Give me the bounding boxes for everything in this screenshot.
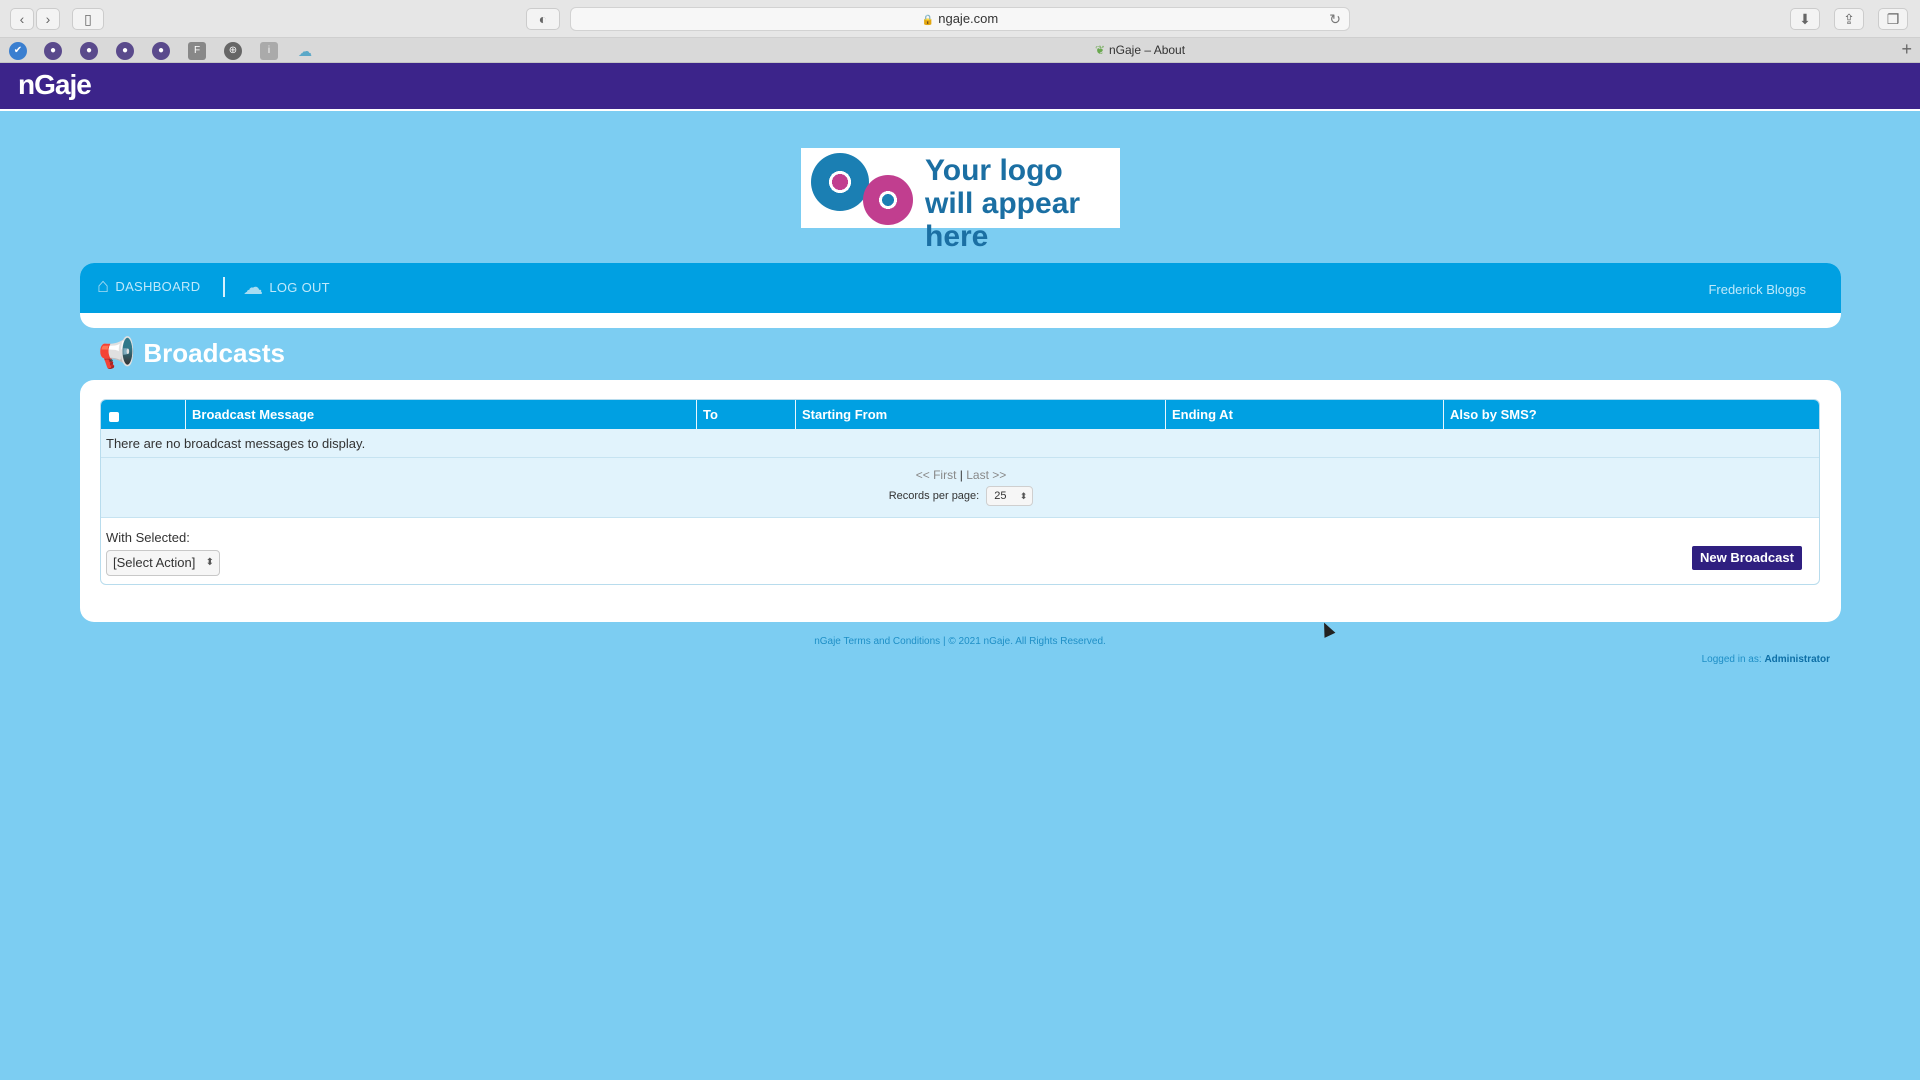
records-per-page: Records per page: 25 ⬍ <box>101 486 1819 506</box>
bookmark-profile-icon[interactable]: ● <box>116 42 134 60</box>
broadcasts-table: Broadcast Message To Starting From Endin… <box>100 399 1820 585</box>
pager-last-link[interactable]: Last >> <box>966 468 1006 482</box>
bookmark-cloud-icon[interactable]: ☁ <box>296 42 314 60</box>
page-title: 📢 Broadcasts <box>98 336 285 371</box>
bookmark-app-icon[interactable]: ✔ <box>9 42 27 60</box>
browser-toolbar: ‹ › ▯ ◐ 🔒 ngaje.com ↻ ⬇ ⇪ ❐ <box>0 0 1920 38</box>
home-icon: ⌂ <box>97 275 110 297</box>
bulk-action-value: [Select Action] <box>113 555 196 570</box>
nav-strip: ⌂ DASHBOARD ☁ LOG OUT Frederick Bloggs <box>80 263 1841 313</box>
column-header-sms[interactable]: Also by SMS? <box>1443 400 1819 429</box>
main-nav: ⌂ DASHBOARD ☁ LOG OUT Frederick Bloggs <box>80 263 1841 328</box>
footer-divider: | <box>942 636 946 647</box>
company-logo-placeholder: Your logo will appear here <box>801 148 1120 253</box>
nav-divider <box>223 277 225 297</box>
select-all-checkbox[interactable] <box>109 412 119 422</box>
gear-icon <box>863 175 913 225</box>
column-header-starting-from[interactable]: Starting From <box>795 400 1165 429</box>
gear-icon <box>811 153 869 211</box>
with-selected-label: With Selected: <box>106 530 190 545</box>
sidebar-icon[interactable]: ▯ <box>72 8 104 30</box>
column-header-ending-at[interactable]: Ending At <box>1165 400 1443 429</box>
records-per-page-value: 25 <box>994 490 1007 502</box>
bookmark-profile-icon[interactable]: ● <box>152 42 170 60</box>
back-icon[interactable]: ‹ <box>10 8 34 30</box>
active-tab[interactable]: ❦ nGaje – About <box>1040 38 1240 62</box>
brand-logo[interactable]: nGaje <box>18 69 92 101</box>
terms-link[interactable]: nGaje Terms and Conditions <box>814 636 940 647</box>
bulk-action-select[interactable]: [Select Action] ⬍ <box>106 550 220 576</box>
pager-first-link[interactable]: << First <box>916 468 957 482</box>
broadcasts-panel: Broadcast Message To Starting From Endin… <box>80 380 1841 622</box>
records-per-page-label: Records per page: <box>888 489 980 502</box>
bookmark-f-icon[interactable]: F <box>188 42 206 60</box>
records-per-page-select[interactable]: 25 ⬍ <box>986 486 1034 506</box>
forward-icon[interactable]: › <box>36 8 60 30</box>
pagination: << First | Last >> Records per page: 25 … <box>101 458 1819 518</box>
column-header-to[interactable]: To <box>696 400 795 429</box>
bookmark-globe-icon[interactable]: ⊕ <box>224 42 242 60</box>
app-header: nGaje <box>0 63 1920 111</box>
reload-icon[interactable]: ↻ <box>1329 8 1341 30</box>
copyright-text: © 2021 nGaje. All Rights Reserved. <box>948 636 1106 647</box>
new-broadcast-button[interactable]: New Broadcast <box>1692 546 1802 570</box>
nav-logout-label: LOG OUT <box>269 280 330 295</box>
lock-icon: 🔒 <box>921 15 935 26</box>
page-title-text: Broadcasts <box>143 338 285 368</box>
table-header: Broadcast Message To Starting From Endin… <box>101 400 1819 429</box>
select-arrows-icon: ⬍ <box>1019 491 1028 501</box>
pager-links: << First | Last >> <box>101 468 1819 482</box>
share-icon[interactable]: ⇪ <box>1834 8 1864 30</box>
empty-table-message: There are no broadcast messages to displ… <box>101 429 1819 458</box>
logged-in-status: Logged in as: Administrator <box>1702 654 1830 665</box>
footer: nGaje Terms and Conditions | © 2021 nGaj… <box>0 636 1920 647</box>
logged-in-user: Administrator <box>1764 654 1830 665</box>
tab-title-text: nGaje – About <box>1109 43 1186 57</box>
tabs-overview-icon[interactable]: ❐ <box>1878 8 1908 30</box>
new-tab-icon[interactable]: + <box>1901 39 1912 60</box>
column-header-message[interactable]: Broadcast Message <box>185 400 696 429</box>
address-bar[interactable]: 🔒 ngaje.com ↻ <box>570 7 1350 31</box>
download-icon[interactable]: ⬇ <box>1790 8 1820 30</box>
bookmark-info-icon[interactable]: i <box>260 42 278 60</box>
megaphone-icon: 📢 <box>98 337 136 370</box>
nav-dashboard-label: DASHBOARD <box>115 279 201 294</box>
tab-favicon-icon: ❦ <box>1094 43 1105 57</box>
pager-separator: | <box>959 468 963 482</box>
cloud-icon: ☁ <box>243 277 264 299</box>
select-arrows-icon: ⬍ <box>205 557 214 568</box>
url-text: ngaje.com <box>938 11 999 26</box>
current-user-name[interactable]: Frederick Bloggs <box>1708 282 1806 297</box>
nav-logout[interactable]: ☁ LOG OUT <box>243 275 330 300</box>
bookmark-profile-icon[interactable]: ● <box>80 42 98 60</box>
nav-dashboard[interactable]: ⌂ DASHBOARD <box>97 275 200 298</box>
browser-tab-bar: ✔ ● ● ● ● F ⊕ i ☁ ❦ nGaje – About + <box>0 38 1920 63</box>
privacy-shield-icon[interactable]: ◐ <box>526 8 560 30</box>
logged-in-label: Logged in as: <box>1701 654 1762 665</box>
bookmark-profile-icon[interactable]: ● <box>44 42 62 60</box>
logo-text: Your logo will appear here <box>925 154 1081 253</box>
